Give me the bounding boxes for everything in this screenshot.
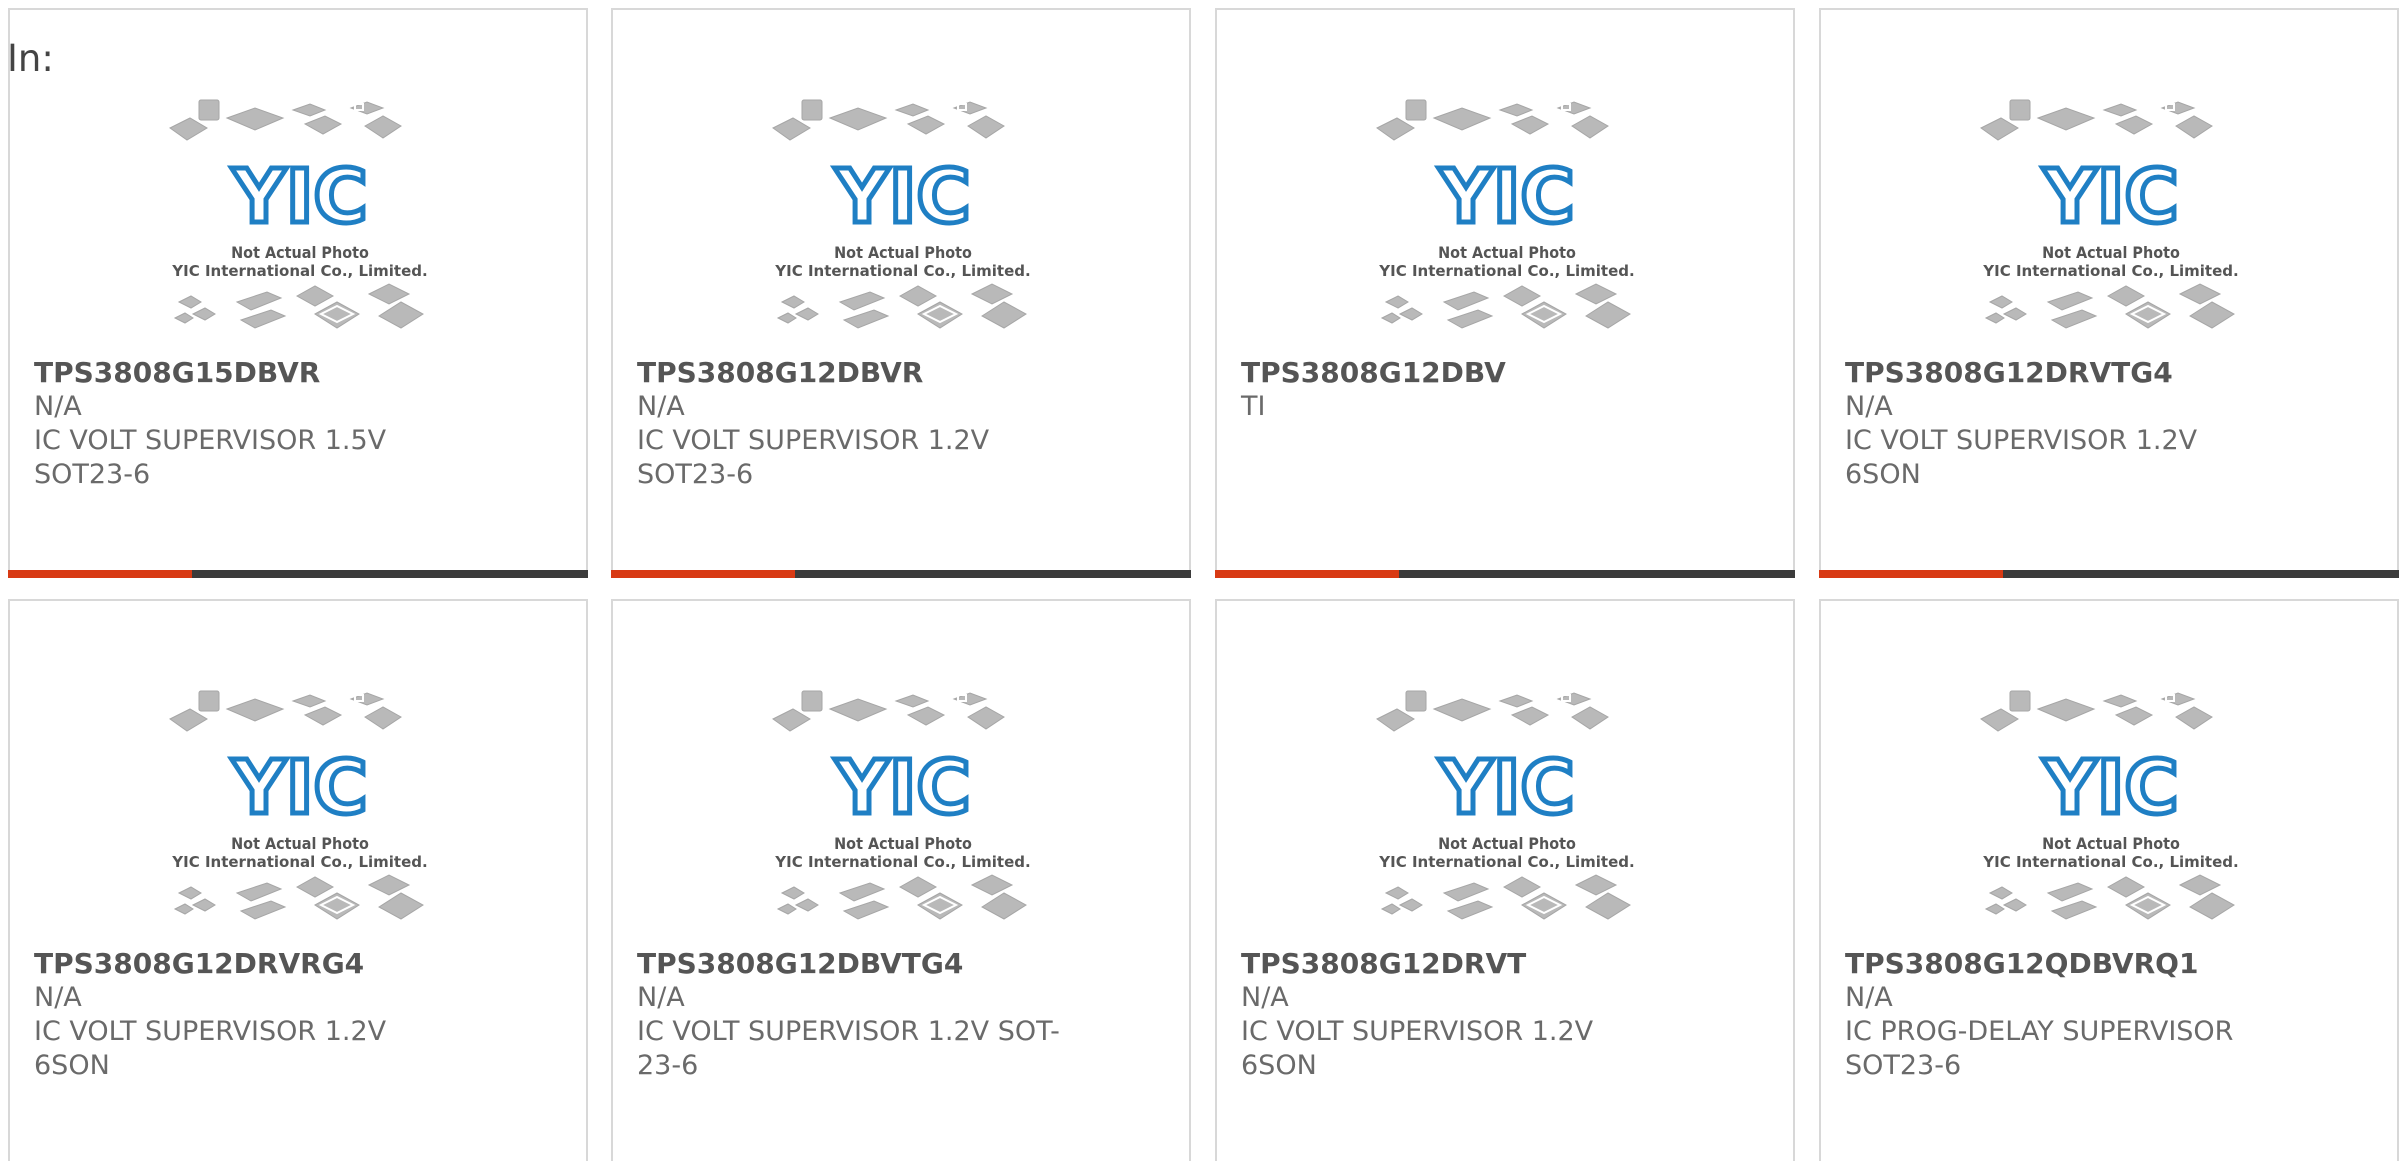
placeholder-line-2: YIC International Co., Limited. — [171, 262, 427, 280]
product-card[interactable]: YIC Not Actual Photo YIC International C… — [1215, 8, 1795, 578]
placeholder-line-2: YIC International Co., Limited. — [1982, 262, 2238, 280]
card-divider-accent — [611, 570, 795, 578]
part-number[interactable]: TPS3808G15DBVR — [34, 356, 464, 390]
product-image[interactable]: YIC Not Actual Photo YIC International C… — [1976, 687, 2246, 943]
yic-logo: YIC — [1438, 745, 1574, 831]
placeholder-line-1: Not Actual Photo — [834, 243, 972, 262]
placeholder-chip-photo: YIC Not Actual Photo YIC International C… — [772, 99, 1031, 329]
manufacturer: N/A — [34, 391, 82, 422]
card-divider — [1215, 570, 1795, 578]
placeholder-chip-photo: YIC Not Actual Photo YIC International C… — [1980, 690, 2239, 920]
product-image[interactable]: YIC Not Actual Photo YIC International C… — [768, 687, 1038, 943]
card-divider — [611, 570, 1191, 578]
card-divider-accent — [8, 570, 192, 578]
card-divider — [8, 570, 588, 578]
description: IC VOLT SUPERVISOR 1.2V 6SON — [1241, 1016, 1594, 1081]
yic-logo: YIC — [834, 745, 970, 831]
card-divider-accent — [1819, 570, 2003, 578]
yic-logo: YIC — [1438, 154, 1574, 240]
manufacturer: N/A — [1241, 982, 1289, 1013]
manufacturer: N/A — [1845, 982, 1893, 1013]
description: IC VOLT SUPERVISOR 1.2V 6SON — [1845, 425, 2198, 490]
placeholder-chip-photo: YIC Not Actual Photo YIC International C… — [169, 690, 428, 920]
yic-logo: YIC — [834, 154, 970, 240]
product-image[interactable]: YIC Not Actual Photo YIC International C… — [1372, 96, 1642, 352]
product-image[interactable]: YIC Not Actual Photo YIC International C… — [1976, 96, 2246, 352]
product-card[interactable]: YIC Not Actual Photo YIC International C… — [1819, 8, 2399, 578]
description: IC VOLT SUPERVISOR 1.2V 6SON — [34, 1016, 387, 1081]
placeholder-chip-photo: YIC Not Actual Photo YIC International C… — [1376, 99, 1635, 329]
placeholder-line-2: YIC International Co., Limited. — [1982, 853, 2238, 871]
part-number[interactable]: TPS3808G12DRVRG4 — [34, 947, 464, 981]
product-image[interactable]: YIC Not Actual Photo YIC International C… — [1372, 687, 1642, 943]
product-card[interactable]: YIC Not Actual Photo YIC International C… — [8, 599, 588, 1161]
description: IC VOLT SUPERVISOR 1.2V SOT23-6 — [637, 425, 990, 490]
placeholder-line-2: YIC International Co., Limited. — [1378, 262, 1634, 280]
part-number[interactable]: TPS3808G12DBVTG4 — [637, 947, 1067, 981]
product-card[interactable]: YIC Not Actual Photo YIC International C… — [1215, 599, 1795, 1161]
product-card[interactable]: YIC Not Actual Photo YIC International C… — [611, 8, 1191, 578]
placeholder-chip-photo: YIC Not Actual Photo YIC International C… — [1376, 690, 1635, 920]
product-image[interactable]: YIC Not Actual Photo YIC International C… — [165, 96, 435, 352]
yic-logo: YIC — [231, 745, 367, 831]
description: IC VOLT SUPERVISOR 1.5V SOT23-6 — [34, 425, 387, 490]
placeholder-line-2: YIC International Co., Limited. — [774, 853, 1030, 871]
part-number[interactable]: TPS3808G12DRVTG4 — [1845, 356, 2275, 390]
description: IC PROG-DELAY SUPERVISOR SOT23-6 — [1845, 1016, 2234, 1081]
manufacturer: TI — [1241, 391, 1266, 422]
product-card[interactable]: YIC Not Actual Photo YIC International C… — [8, 8, 588, 578]
product-image[interactable]: YIC Not Actual Photo YIC International C… — [768, 96, 1038, 352]
part-number[interactable]: TPS3808G12DRVT — [1241, 947, 1671, 981]
manufacturer: N/A — [637, 391, 685, 422]
placeholder-line-1: Not Actual Photo — [2042, 243, 2180, 262]
part-number[interactable]: TPS3808G12QDBVRQ1 — [1845, 947, 2275, 981]
placeholder-line-1: Not Actual Photo — [231, 243, 369, 262]
product-card[interactable]: YIC Not Actual Photo YIC International C… — [611, 599, 1191, 1161]
manufacturer: N/A — [34, 982, 82, 1013]
placeholder-line-1: Not Actual Photo — [834, 834, 972, 853]
card-divider-accent — [1215, 570, 1399, 578]
placeholder-line-1: Not Actual Photo — [1438, 834, 1576, 853]
placeholder-chip-photo: YIC Not Actual Photo YIC International C… — [169, 99, 428, 329]
in-label: In: — [7, 37, 54, 80]
part-number[interactable]: TPS3808G12DBVR — [637, 356, 1067, 390]
placeholder-line-1: Not Actual Photo — [1438, 243, 1576, 262]
placeholder-line-2: YIC International Co., Limited. — [171, 853, 427, 871]
product-card[interactable]: YIC Not Actual Photo YIC International C… — [1819, 599, 2399, 1161]
placeholder-line-2: YIC International Co., Limited. — [774, 262, 1030, 280]
placeholder-line-1: Not Actual Photo — [2042, 834, 2180, 853]
part-number[interactable]: TPS3808G12DBV — [1241, 356, 1671, 390]
product-grid-page: In: YIC Not Actual Photo YIC Internation… — [0, 0, 2400, 1161]
manufacturer: N/A — [1845, 391, 1893, 422]
product-image[interactable]: YIC Not Actual Photo YIC International C… — [165, 687, 435, 943]
placeholder-chip-photo: YIC Not Actual Photo YIC International C… — [1980, 99, 2239, 329]
placeholder-line-1: Not Actual Photo — [231, 834, 369, 853]
yic-logo: YIC — [231, 154, 367, 240]
card-divider — [1819, 570, 2399, 578]
manufacturer: N/A — [637, 982, 685, 1013]
placeholder-line-2: YIC International Co., Limited. — [1378, 853, 1634, 871]
yic-logo: YIC — [2042, 745, 2178, 831]
yic-logo: YIC — [2042, 154, 2178, 240]
description: IC VOLT SUPERVISOR 1.2V SOT-23-6 — [637, 1016, 1060, 1081]
placeholder-chip-photo: YIC Not Actual Photo YIC International C… — [772, 690, 1031, 920]
